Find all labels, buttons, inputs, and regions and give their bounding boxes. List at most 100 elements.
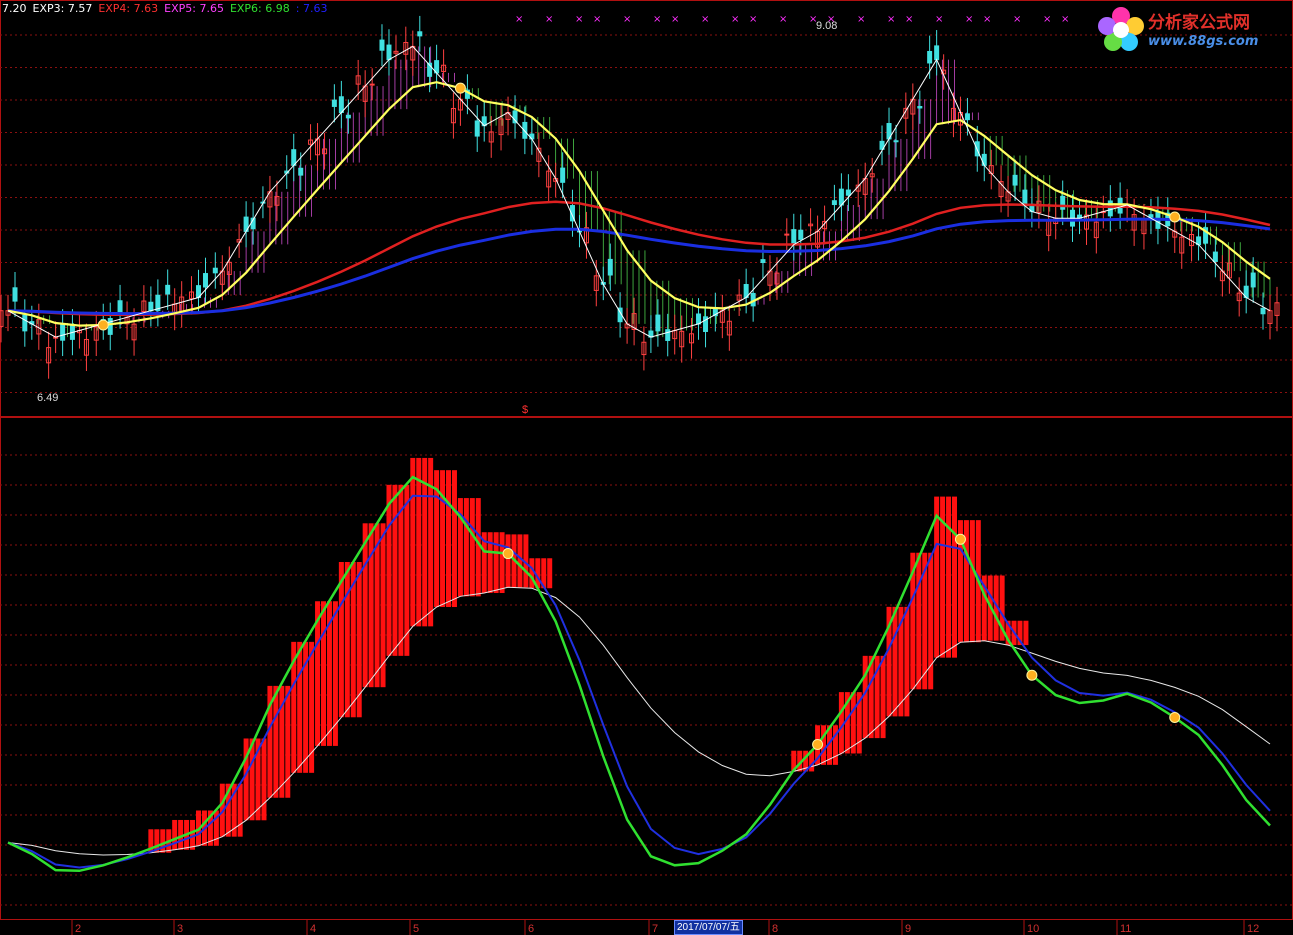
osc-signal-dot [812, 738, 824, 750]
candle-body [964, 113, 970, 121]
candle-body [560, 167, 566, 183]
candle-body [1022, 189, 1028, 207]
osc-signal-dot [954, 533, 966, 545]
candle-body [798, 229, 804, 240]
candle-body [417, 31, 423, 37]
candle-body [893, 140, 899, 143]
candle-body [655, 314, 661, 332]
candle-body [696, 313, 702, 325]
cursor-date-badge: 2017/07/07/五 [674, 920, 743, 935]
x-tick-label: 3 [177, 923, 183, 935]
osc-bar [446, 470, 452, 608]
candle-body [386, 44, 392, 61]
top-x-marker: × [515, 14, 523, 25]
legend-item: EXP5: 7.65 [164, 2, 224, 15]
top-x-marker: × [731, 14, 739, 25]
signal-marker: $ [522, 404, 529, 416]
candle-body [1260, 307, 1266, 315]
candle-body [1012, 174, 1018, 186]
top-x-marker: × [749, 14, 757, 25]
osc-bar [469, 498, 475, 597]
osc-bar [969, 520, 975, 643]
candle-body [529, 133, 535, 140]
candle-body [665, 329, 671, 341]
osc-bar [261, 738, 267, 821]
osc-bar [416, 457, 422, 627]
osc-bar [1023, 620, 1029, 646]
osc-bar [463, 498, 469, 597]
price-signal-dot [1169, 211, 1181, 223]
top-x-marker: × [1013, 14, 1021, 25]
osc-bar [547, 558, 553, 589]
osc-bar [952, 496, 957, 658]
candle-body [379, 39, 385, 51]
osc-bar [499, 532, 505, 594]
osc-bar [380, 523, 386, 688]
candle-body [12, 287, 18, 302]
top-x-marker: × [545, 14, 553, 25]
osc-bar [386, 484, 392, 656]
osc-signal-dot [502, 548, 514, 560]
candle-body [202, 273, 208, 288]
osc-bar [505, 534, 511, 588]
osc-bar [928, 552, 934, 690]
candle-body [369, 83, 375, 86]
candle-body [331, 99, 337, 107]
x-tick-label: 7 [652, 923, 658, 935]
candle-body [934, 45, 940, 61]
top-x-marker: × [857, 14, 865, 25]
top-x-marker: × [575, 14, 583, 25]
x-tick-label: 9 [905, 923, 911, 935]
chart-canvas[interactable]: × × × × × × × × × × × × × × × × × × × × × × 2 3 4 5 6 7 8 9 10 11 12 [0, 0, 1293, 935]
candle-body [760, 259, 766, 263]
top-x-marker: × [671, 14, 679, 25]
candle-body [474, 120, 480, 137]
top-x-marker: × [965, 14, 973, 25]
candle-body [1060, 195, 1066, 210]
legend-item: 7.20 [2, 2, 27, 15]
osc-bar [892, 606, 898, 717]
top-x-marker: × [623, 14, 631, 25]
osc-bar [517, 534, 523, 588]
candle-body [148, 301, 154, 312]
top-x-marker: × [779, 14, 787, 25]
candle-body [298, 167, 304, 176]
legend: 7.20 EXP3: 7.57 EXP4: 7.63 EXP5: 7.65 EXP6: … [2, 2, 333, 15]
price-signal-dot [97, 319, 109, 331]
osc-bar [946, 496, 952, 658]
x-tick-label: 12 [1247, 923, 1259, 935]
osc-bar [273, 685, 279, 798]
osc-bar [392, 484, 398, 656]
osc-bar [916, 552, 922, 690]
site-logo: 分析家公式网 www.88gs.com [1093, 0, 1293, 60]
top-x-marker: × [653, 14, 661, 25]
high-price-label: 9.08 [816, 20, 838, 32]
top-x-marker: × [983, 14, 991, 25]
candle-body [22, 314, 28, 332]
top-x-marker: × [701, 14, 709, 25]
legend-item: : 7.63 [295, 2, 328, 15]
osc-bar [160, 829, 166, 853]
legend-item: EXP3: 7.57 [32, 2, 93, 15]
candle-body [845, 189, 851, 196]
candle-body [212, 267, 218, 274]
osc-bar [493, 532, 499, 594]
osc-bar [440, 470, 446, 608]
top-x-marker: × [1061, 14, 1069, 25]
osc-bar [880, 655, 886, 739]
top-x-marker: × [887, 14, 895, 25]
osc-bar [368, 523, 374, 688]
osc-bar [529, 558, 535, 589]
candle-body [291, 149, 297, 166]
candle-body [927, 50, 933, 64]
x-tick-label: 4 [310, 923, 316, 935]
osc-bar [321, 601, 326, 746]
osc-bar [428, 457, 434, 627]
candle-body [165, 284, 171, 295]
candle-body [917, 106, 923, 109]
osc-bar [404, 484, 410, 656]
x-tick-label: 2 [75, 923, 81, 935]
legend-item: EXP4: 7.63 [98, 2, 159, 15]
low-price-label: 6.49 [37, 392, 59, 404]
top-x-marker: × [935, 14, 943, 25]
